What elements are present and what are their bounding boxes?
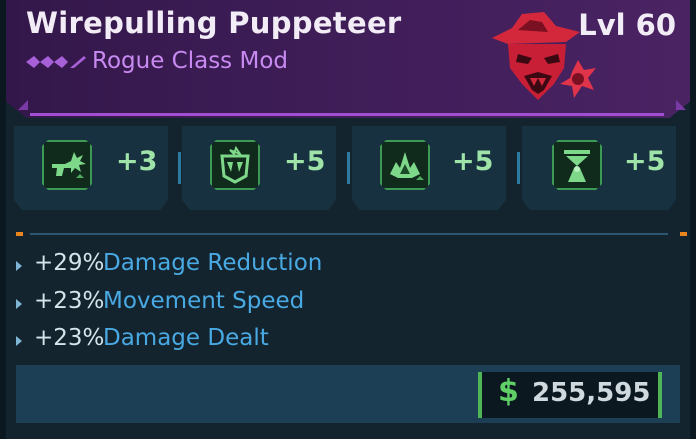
dollar-icon: $ — [498, 374, 519, 409]
skill-separator — [178, 152, 181, 184]
item-name: Wirepulling Puppeteer — [26, 6, 402, 40]
skill-separator — [347, 152, 350, 184]
stat-value: +23% — [34, 325, 105, 351]
bullet-arrow-icon — [16, 336, 22, 346]
hourglass-figure-icon[interactable] — [552, 140, 602, 190]
skill-value-3: +5 — [452, 146, 494, 177]
pistol-burst-icon[interactable] — [42, 140, 92, 190]
card-frame-right — [690, 0, 696, 439]
header-corner-right-icon — [676, 100, 686, 110]
stat-label: Damage Dealt — [103, 325, 269, 351]
item-card: Wirepulling Puppeteer Rogue Class Mod Lv… — [0, 0, 696, 439]
rarity-chevron-icon — [26, 56, 86, 68]
stat-label: Movement Speed — [103, 288, 305, 314]
header-divider — [30, 113, 664, 116]
header-corner-left-icon — [18, 100, 28, 110]
divider-tick-right — [680, 232, 687, 236]
skill-value-4: +5 — [624, 146, 666, 177]
stat-value: +23% — [34, 288, 105, 314]
skill-separator — [517, 152, 520, 184]
skill-value-2: +5 — [284, 146, 326, 177]
stats-divider — [30, 233, 668, 235]
fanged-mouth-icon[interactable] — [210, 140, 260, 190]
divider-tick-left — [16, 232, 23, 236]
green-flame-icon[interactable] — [380, 140, 430, 190]
card-frame-left — [0, 0, 6, 439]
bullet-arrow-icon — [16, 261, 22, 271]
stat-movement-speed: +23% Movement Speed — [16, 288, 416, 322]
price-value: 255,595 — [532, 378, 651, 408]
skill-value-1: +3 — [116, 146, 158, 177]
rogue-emblem-icon — [492, 12, 596, 100]
bullet-arrow-icon — [16, 299, 22, 309]
stat-value: +29% — [34, 250, 105, 276]
item-type: Rogue Class Mod — [92, 48, 288, 74]
stat-damage-reduction: +29% Damage Reduction — [16, 250, 416, 284]
stat-damage-dealt: +23% Damage Dealt — [16, 325, 416, 359]
stat-label: Damage Reduction — [103, 250, 323, 276]
